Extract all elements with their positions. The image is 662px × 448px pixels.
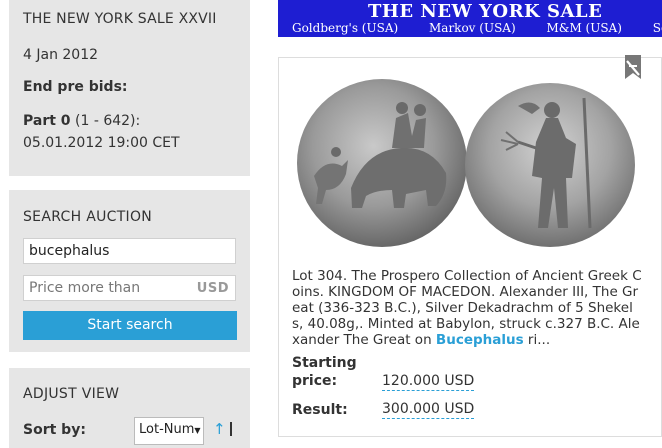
starting-price-value[interactable]: 120.000 USD [382,373,475,391]
result-label: Result: [292,402,348,418]
adjust-view-panel: ADJUST VIEW Sort by: Lot-Num▼ ↑ [9,368,250,448]
lot-description[interactable]: Lot 304. The Prospero Collection of Anci… [292,268,644,348]
sale-date: 4 Jan 2012 [23,47,99,63]
sort-select-value: Lot-Num [139,422,195,437]
part-label: Part 0 [23,113,71,129]
sort-bar-icon [230,422,232,436]
coin-image[interactable] [296,78,638,248]
lot-description-ellipsis: ri... [523,332,551,348]
price-more-than-input[interactable]: Price more than USD [23,275,236,301]
currency-label: USD [196,281,229,296]
sort-arrow-icon[interactable]: ↑ [213,420,226,438]
part-range: (1 - 642): [75,113,141,129]
starting-price-label-line1: Starting [292,355,357,371]
prebids-label: End pre bids: [23,79,128,95]
starting-price-label-line2: price: [292,373,338,389]
chevron-down-icon: ▼ [194,426,201,435]
price-placeholder: Price more than [29,280,141,296]
part-end-time: 05.01.2012 19:00 CET [23,135,180,151]
search-panel: SEARCH AUCTION bucephalus Price more tha… [9,190,250,352]
banner-link-sovereign[interactable]: Sovereign [653,21,662,35]
sale-title: THE NEW YORK SALE XXVII [23,11,217,27]
sort-select[interactable]: Lot-Num▼ [134,417,204,445]
lot-card: Lot 304. The Prospero Collection of Anci… [278,55,662,437]
start-search-button[interactable]: Start search [23,311,237,340]
sort-label: Sort by: [23,422,86,438]
banner-link-goldbergs[interactable]: Goldberg's (USA) [292,21,398,35]
part-info: Part 0 (1 - 642): 05.01.2012 19:00 CET [23,110,180,154]
banner-link-markov[interactable]: Markov (USA) [429,21,516,35]
sale-info-panel: THE NEW YORK SALE XXVII 4 Jan 2012 End p… [9,0,250,176]
search-heading: SEARCH AUCTION [23,209,153,225]
search-input[interactable]: bucephalus [23,238,236,264]
banner-link-mm[interactable]: M&M (USA) [546,21,621,35]
sale-banner[interactable]: THE NEW YORK SALE Goldberg's (USA) Marko… [278,0,662,37]
adjust-heading: ADJUST VIEW [23,386,120,402]
banner-links: Goldberg's (USA) Markov (USA) M&M (USA) … [292,21,662,35]
banner-title: THE NEW YORK SALE [368,1,603,22]
result-value[interactable]: 300.000 USD [382,401,475,419]
search-highlight: Bucephalus [435,332,524,348]
starting-price-label: Starting price: [292,354,357,390]
